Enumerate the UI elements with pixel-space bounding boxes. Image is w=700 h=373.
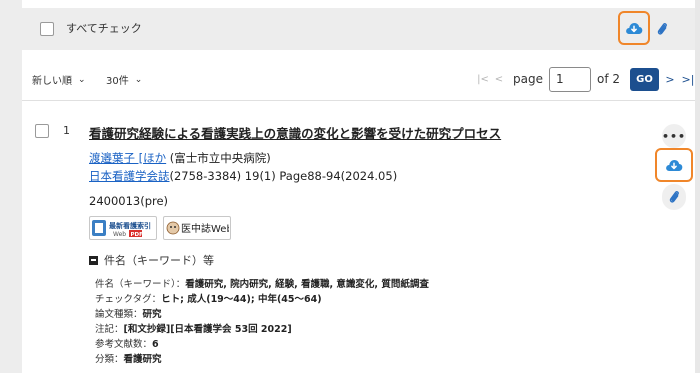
cloud-download-icon <box>626 23 643 34</box>
left-frame-bar <box>0 0 22 373</box>
keywords-heading: 件名（キーワード）等 <box>104 254 214 267</box>
field-label: 注記： <box>95 324 124 335</box>
sort-value: 新しい順 <box>32 76 72 87</box>
go-button[interactable]: GO <box>630 67 659 91</box>
document-id: 2400013(pre) <box>89 194 169 208</box>
page-total-label: of 2 <box>596 72 620 86</box>
svg-text:医中誌Web: 医中誌Web <box>181 222 229 235</box>
field-value: 研究 <box>142 309 162 320</box>
check-all-label: すべてチェック <box>66 22 142 35</box>
field-row: チェックタグ：ヒト; 成人(19〜44); 中年(45〜64) <box>95 292 429 307</box>
record-title-link[interactable]: 看護研究経験による看護実践上の意識の変化と影響を受けた研究プロセス <box>89 123 501 142</box>
keyword-fields: 件名（キーワード）：看護研究, 院内研究, 経験, 看護職, 意識変化, 質問紙… <box>95 277 429 367</box>
field-row: 分類：看護研究 <box>95 352 429 367</box>
journal-line: 日本看護学会誌(2758-3384) 19(1) Page88-94(2024.… <box>89 168 397 184</box>
author-affiliation: (富士市立中央病院) <box>166 151 271 165</box>
page-number-input[interactable] <box>548 66 591 92</box>
author-link[interactable]: 渡邉葉子 [ほか <box>89 151 166 165</box>
svg-text:最新看護索引: 最新看護索引 <box>109 221 151 230</box>
field-value: [和文抄録][日本看護学会 53回 2022] <box>123 324 292 335</box>
page-label: page <box>513 72 543 86</box>
field-value: 看護研究 <box>123 354 162 365</box>
check-all-checkbox[interactable] <box>40 22 54 36</box>
per-page-dropdown[interactable]: 30件 ⌄ <box>106 72 143 88</box>
sort-dropdown[interactable]: 新しい順 ⌄ <box>32 72 86 88</box>
nursing-index-logo: 最新看護索引 Web PDF <box>92 220 151 238</box>
record-download-button[interactable] <box>655 148 693 182</box>
journal-citation: (2758-3384) 19(1) Page88-94(2024.05) <box>169 169 398 183</box>
bulk-action-bar: すべてチェック <box>22 8 695 50</box>
cloud-download-icon <box>666 160 683 171</box>
record-attach-button[interactable] <box>662 184 686 210</box>
list-toolbar: 新しい順 ⌄ 30件 ⌄ |< < page of 2 GO > >| <box>22 64 695 94</box>
field-value: 看護研究, 院内研究, 経験, 看護職, 意識変化, 質問紙調査 <box>185 279 429 290</box>
journal-link[interactable]: 日本看護学会誌 <box>89 169 170 183</box>
field-label: 件名（キーワード）： <box>95 279 186 290</box>
field-label: 論文種類： <box>95 309 143 320</box>
divider <box>22 100 695 101</box>
ichushi-logo: 医中誌Web <box>166 221 229 235</box>
record-checkbox[interactable] <box>35 124 49 138</box>
keywords-toggle[interactable]: 件名（キーワード）等 <box>89 252 214 268</box>
field-row: 件名（キーワード）：看護研究, 院内研究, 経験, 看護職, 意識変化, 質問紙… <box>95 277 429 292</box>
chevron-down-icon: ⌄ <box>134 74 143 85</box>
result-record: 1 看護研究経験による看護実践上の意識の変化と影響を受けた研究プロセス 渡邉葉子… <box>22 110 695 373</box>
field-value: 6 <box>152 339 159 350</box>
svg-text:PDF: PDF <box>131 232 144 238</box>
field-row: 注記：[和文抄録][日本看護学会 53回 2022] <box>95 322 429 337</box>
collapse-minus-icon <box>89 255 98 265</box>
svg-text:Web: Web <box>113 231 126 238</box>
next-page-icon[interactable]: > <box>663 73 677 86</box>
field-row: 論文種類：研究 <box>95 307 429 322</box>
chevron-down-icon: ⌄ <box>78 74 86 85</box>
field-value: ヒト; 成人(19〜44); 中年(45〜64) <box>161 294 322 305</box>
field-label: 参考文献数： <box>95 339 153 350</box>
field-label: チェックタグ： <box>95 294 162 305</box>
prev-page-icon[interactable]: < <box>491 74 507 85</box>
paperclip-icon <box>669 191 679 203</box>
ichushi-web-badge[interactable]: 医中誌Web <box>163 216 231 240</box>
field-row: 参考文献数：6 <box>95 337 429 352</box>
more-options-button[interactable]: ••• <box>662 124 686 148</box>
paperclip-icon <box>657 23 667 35</box>
pagination: |< < page of 2 GO > >| <box>475 64 695 94</box>
author-line: 渡邉葉子 [ほか (富士市立中央病院) <box>89 150 271 166</box>
field-label: 分類： <box>95 354 124 365</box>
last-page-icon[interactable]: >| <box>681 73 695 86</box>
record-number: 1 <box>63 124 70 137</box>
per-page-value: 30件 <box>106 76 129 87</box>
right-scrollbar[interactable] <box>695 0 700 373</box>
download-all-button[interactable] <box>618 11 650 45</box>
attach-all-button[interactable] <box>652 18 672 40</box>
first-page-icon[interactable]: |< <box>475 74 491 85</box>
nursing-index-pdf-badge[interactable]: 最新看護索引 Web PDF <box>89 216 157 240</box>
